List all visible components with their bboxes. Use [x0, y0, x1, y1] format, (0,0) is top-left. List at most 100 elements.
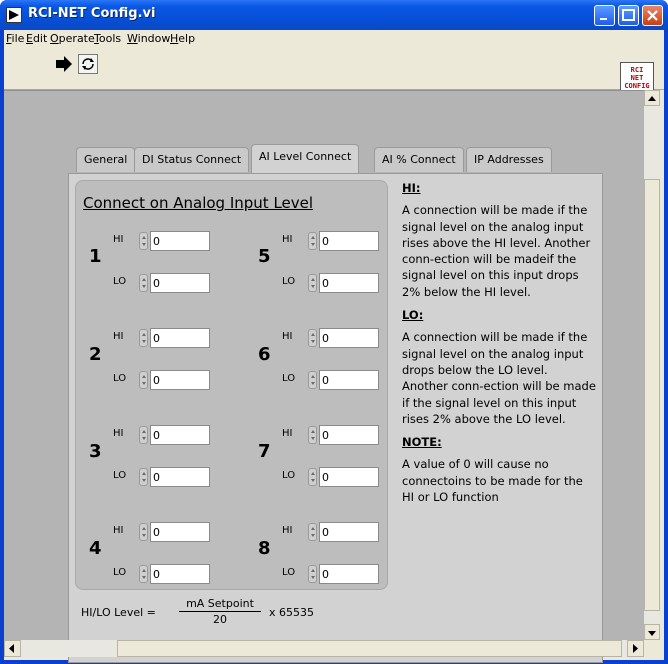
channel-6-hi-field[interactable]: 0 [319, 328, 379, 348]
hi-label: HI [113, 525, 124, 536]
client-area: File Edit Operate Tools Window Help RCI … [4, 30, 664, 663]
hi-spinner[interactable] [139, 329, 148, 347]
lo-label: LO [113, 373, 127, 384]
channel-3-hi-field[interactable]: 0 [150, 425, 210, 445]
lo-spinner[interactable] [139, 274, 148, 292]
channel-8-lo-field[interactable]: 0 [319, 564, 379, 584]
lo-label: LO [282, 567, 296, 578]
resize-grip[interactable] [644, 640, 664, 660]
lo-label: LO [282, 470, 296, 481]
hi-spinner[interactable] [308, 329, 317, 347]
channel-6-lo-field[interactable]: 0 [319, 370, 379, 390]
menu-operate[interactable]: Operate [50, 32, 95, 45]
channel-4-hi-field[interactable]: 0 [150, 522, 210, 542]
lo-spinner[interactable] [139, 371, 148, 389]
menu-tools[interactable]: Tools [94, 32, 121, 45]
lo-spinner[interactable] [308, 274, 317, 292]
channel-number: 1 [89, 246, 102, 267]
vertical-scrollbar[interactable] [644, 90, 660, 640]
lo-help-title: LO: [402, 308, 424, 323]
lo-label: LO [113, 276, 127, 287]
lo-spinner[interactable] [139, 468, 148, 486]
channel-7-lo-field[interactable]: 0 [319, 467, 379, 487]
minimize-button[interactable] [594, 5, 615, 26]
lo-spinner[interactable] [308, 565, 317, 583]
hi-spinner[interactable] [308, 232, 317, 250]
hi-label: HI [113, 331, 124, 342]
channel-5-lo-field[interactable]: 0 [319, 273, 379, 293]
close-button[interactable] [642, 5, 663, 26]
run-continuously-icon[interactable] [78, 54, 98, 74]
channel-number: 3 [89, 441, 102, 462]
note-help-text: A value of 0 will cause no connectoins t… [402, 457, 583, 505]
tab-ip-addresses[interactable]: IP Addresses [466, 147, 552, 172]
channel-7-hi-field[interactable]: 0 [319, 425, 379, 445]
channel-number: 4 [89, 538, 102, 559]
lo-spinner[interactable] [139, 565, 148, 583]
lo-spinner[interactable] [308, 371, 317, 389]
app-window: RCI-NET Config.vi File Edit Operate Tool… [0, 0, 668, 664]
toolbar: RCI NET CONFIG [4, 48, 664, 94]
lo-label: LO [113, 567, 127, 578]
section-title: Connect on Analog Input Level [83, 194, 314, 212]
hi-spinner[interactable] [308, 426, 317, 444]
tab-general[interactable]: General [76, 147, 136, 172]
channel-4-lo-field[interactable]: 0 [150, 564, 210, 584]
hi-label: HI [282, 428, 293, 439]
horizontal-scrollbar[interactable] [4, 640, 644, 657]
scroll-right-arrow-icon[interactable] [627, 640, 644, 657]
channel-number: 8 [258, 538, 271, 559]
menu-window[interactable]: Window [127, 32, 170, 45]
hi-label: HI [282, 525, 293, 536]
vi-icon-line1: RCI [630, 66, 644, 74]
hi-label: HI [113, 234, 124, 245]
lo-spinner[interactable] [308, 468, 317, 486]
maximize-button[interactable] [618, 5, 639, 26]
lo-label: LO [113, 470, 127, 481]
channel-number: 5 [258, 246, 271, 267]
tab-di-status-connect[interactable]: DI Status Connect [134, 147, 250, 172]
vi-icon-line2: NET [630, 74, 644, 82]
note-help-title: NOTE: [402, 435, 442, 450]
formula-lhs: HI/LO Level = [81, 606, 156, 619]
hi-spinner[interactable] [308, 523, 317, 541]
front-panel: General DI Status Connect AI Level Conne… [4, 90, 644, 663]
menu-file[interactable]: File [6, 32, 24, 45]
scroll-up-arrow-icon[interactable] [644, 90, 660, 106]
menu-help[interactable]: Help [170, 32, 195, 45]
tab-page: Connect on Analog Input Level 1 HI 0 LO … [68, 173, 603, 663]
title-bar[interactable]: RCI-NET Config.vi [0, 0, 668, 30]
channel-number: 2 [89, 344, 102, 365]
lo-label: LO [282, 276, 296, 287]
channel-number: 7 [258, 441, 271, 462]
hi-help-text: A connection will be made if the signal … [402, 203, 591, 299]
formula-numerator: mA Setpoint [179, 597, 261, 612]
formula-denominator: 20 [213, 613, 227, 626]
channel-1-hi-field[interactable]: 0 [150, 231, 210, 251]
vertical-scroll-thumb[interactable] [644, 179, 660, 611]
channel-1-lo-field[interactable]: 0 [150, 273, 210, 293]
tab-ai-percent-connect[interactable]: AI % Connect [374, 147, 464, 172]
channel-2-lo-field[interactable]: 0 [150, 370, 210, 390]
hi-spinner[interactable] [139, 232, 148, 250]
channel-8-hi-field[interactable]: 0 [319, 522, 379, 542]
channel-5-hi-field[interactable]: 0 [319, 231, 379, 251]
formula-fraction: mA Setpoint 20 [179, 597, 261, 626]
run-arrow-icon[interactable] [54, 54, 74, 74]
hi-spinner[interactable] [139, 523, 148, 541]
menu-bar: File Edit Operate Tools Window Help [4, 30, 664, 48]
hi-label: HI [282, 234, 293, 245]
channel-3-lo-field[interactable]: 0 [150, 467, 210, 487]
formula-rhs: x 65535 [269, 606, 314, 619]
channel-number: 6 [258, 344, 271, 365]
menu-edit[interactable]: Edit [26, 32, 47, 45]
hi-spinner[interactable] [139, 426, 148, 444]
hi-help-title: HI: [402, 181, 421, 195]
window-title: RCI-NET Config.vi [28, 6, 156, 21]
channel-2-hi-field[interactable]: 0 [150, 328, 210, 348]
tab-ai-level-connect[interactable]: AI Level Connect [251, 144, 360, 173]
horizontal-scroll-thumb[interactable] [117, 640, 622, 657]
help-text-panel: HI: A connection will be made if the sig… [402, 180, 597, 512]
scroll-left-arrow-icon[interactable] [4, 640, 21, 657]
scroll-down-arrow-icon[interactable] [644, 624, 660, 640]
